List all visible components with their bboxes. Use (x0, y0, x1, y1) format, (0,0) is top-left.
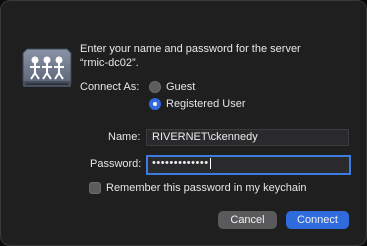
password-label: Password: (90, 158, 142, 170)
connect-to-server-dialog: Enter your name and password for the ser… (0, 0, 367, 246)
registered-user-radio-label[interactable]: Registered User (166, 98, 245, 110)
name-field-value: RIVERNET\ckennedy (152, 131, 258, 143)
password-field[interactable]: ••••••••••••• (146, 155, 351, 175)
guest-radio[interactable] (149, 81, 161, 93)
connect-as-label: Connect As: (80, 81, 140, 93)
dialog-titlebar (1, 1, 366, 23)
text-caret (209, 157, 211, 169)
guest-radio-label[interactable]: Guest (166, 81, 195, 93)
name-field[interactable]: RIVERNET\ckennedy (146, 129, 349, 146)
registered-user-radio[interactable] (149, 98, 161, 110)
prompt-line-1: Enter your name and password for the ser… (80, 43, 301, 55)
remember-password-checkbox[interactable] (89, 182, 101, 194)
cancel-button[interactable]: Cancel (218, 211, 277, 229)
password-field-value: ••••••••••••• (152, 157, 209, 169)
name-label: Name: (108, 131, 141, 143)
connect-button[interactable]: Connect (286, 211, 349, 229)
remember-password-label[interactable]: Remember this password in my keychain (106, 182, 307, 194)
shared-server-icon (22, 48, 72, 87)
prompt-line-2: “rmic-dc02”. (80, 57, 139, 69)
dialog-prompt: Enter your name and password for the ser… (80, 42, 350, 70)
